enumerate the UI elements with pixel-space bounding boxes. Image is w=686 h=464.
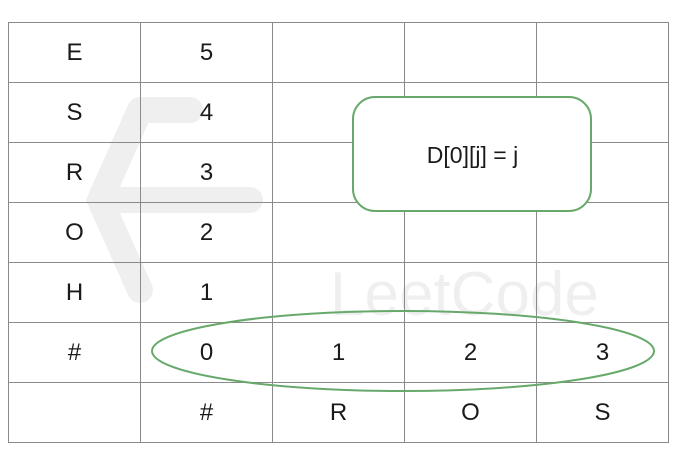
table-row: #0 1 2 3 bbox=[8, 322, 669, 383]
table-cell: 1 bbox=[140, 262, 273, 323]
table-cell: 3 bbox=[536, 322, 669, 383]
table-cell bbox=[272, 262, 405, 323]
table-cell: 2 bbox=[404, 322, 537, 383]
table-cell bbox=[404, 262, 537, 323]
table-cell: R bbox=[272, 382, 405, 443]
table-row: # R O S bbox=[8, 382, 669, 443]
table-cell: # bbox=[8, 322, 141, 383]
table-cell bbox=[404, 82, 537, 143]
table-row: H1 bbox=[8, 262, 669, 323]
table-cell: H bbox=[8, 262, 141, 323]
table-row: E5 bbox=[8, 22, 669, 83]
table-cell bbox=[8, 382, 141, 443]
table-cell: # bbox=[140, 382, 273, 443]
table-cell bbox=[536, 262, 669, 323]
table-cell: 0 bbox=[140, 322, 273, 383]
table-cell bbox=[536, 82, 669, 143]
table-cell: 3 bbox=[140, 142, 273, 203]
table-row: O2 bbox=[8, 202, 669, 263]
table-cell bbox=[272, 22, 405, 83]
dp-table: E 5 S 4 R 3 O 2 H 1 #0 1 2 3 # R O S bbox=[8, 22, 669, 443]
table-cell bbox=[404, 22, 537, 83]
table-cell: 5 bbox=[140, 22, 273, 83]
table-cell bbox=[536, 22, 669, 83]
table-cell: O bbox=[404, 382, 537, 443]
table-cell: S bbox=[536, 382, 669, 443]
table-cell bbox=[272, 82, 405, 143]
table-cell: 4 bbox=[140, 82, 273, 143]
table-cell: 1 bbox=[272, 322, 405, 383]
table-cell: O bbox=[8, 202, 141, 263]
table-cell: 2 bbox=[140, 202, 273, 263]
table-cell: S bbox=[8, 82, 141, 143]
table-cell: E bbox=[8, 22, 141, 83]
callout-text: D[0][j] = j bbox=[426, 142, 519, 168]
table-cell bbox=[272, 202, 405, 263]
table-cell bbox=[404, 202, 537, 263]
table-cell: R bbox=[8, 142, 141, 203]
table-cell bbox=[536, 202, 669, 263]
table-row: S4 bbox=[8, 82, 669, 143]
